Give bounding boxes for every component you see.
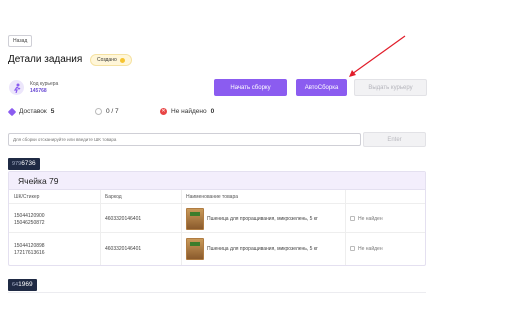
table-header: ШК/Стикер Баркод Наименование товара [9,190,425,204]
sticker-code: 15046250872 [14,220,45,226]
column-header: Наименование товара [186,194,239,200]
enter-button[interactable]: Enter [363,132,426,147]
order-tag: 641969 [8,279,37,291]
sticker-code: 15044120900 [14,213,45,219]
order-tag-number: 1969 [18,281,33,288]
not-found-count: 0 [210,108,215,115]
deliveries-count: 5 [50,108,55,115]
cell-card: Ячейка 79 ШК/Стикер Баркод Наименование … [8,171,426,266]
barcode-cell: 4603320146401 [105,246,142,252]
product-image [186,208,204,230]
column-header: Баркод [105,194,122,200]
product-image [186,238,204,260]
product-name: Пшеница для проращивания, микрозелень, 5… [207,216,318,222]
table-row[interactable]: 15044120898 17217613616 4603320146401 Пш… [9,234,425,263]
column-header: ШК/Стикер [14,194,40,200]
product-name: Пшеница для проращивания, микрозелень, 5… [207,246,318,252]
barcode-scan-input[interactable] [8,133,361,146]
order-tag-prefix: 979 [12,161,22,167]
barcode-cell: 4603320146401 [105,216,142,222]
stat-not-found: ✕ Не найдено 0 [160,108,214,115]
progress-value: 0 / 7 [106,108,119,115]
item-status[interactable]: Не найден [350,246,383,252]
table-row[interactable]: 15044120900 15046250872 4603320146401 Пш… [9,204,425,233]
progress-ring-icon [95,108,102,115]
divider [8,292,426,293]
order-tag: 9796736 [8,158,40,170]
stat-progress: 0 / 7 [95,108,119,115]
item-status[interactable]: Не найден [350,216,383,222]
arrow-annotation-icon [349,35,406,77]
checkbox-icon[interactable] [350,246,355,252]
checkbox-icon[interactable] [350,216,355,222]
item-status-label: Не найден [358,216,383,222]
error-icon: ✕ [160,108,167,115]
stat-deliveries: Доставок 5 [7,107,55,116]
item-status-label: Не найден [358,246,383,252]
box-icon [7,107,17,116]
not-found-label: Не найдено [171,108,207,115]
order-tag-number: 6736 [21,160,36,167]
deliveries-label: Доставок [19,108,47,115]
cell-title: Ячейка 79 [9,172,425,190]
sticker-code: 17217613616 [14,250,45,256]
sticker-code: 15044120898 [14,243,45,249]
